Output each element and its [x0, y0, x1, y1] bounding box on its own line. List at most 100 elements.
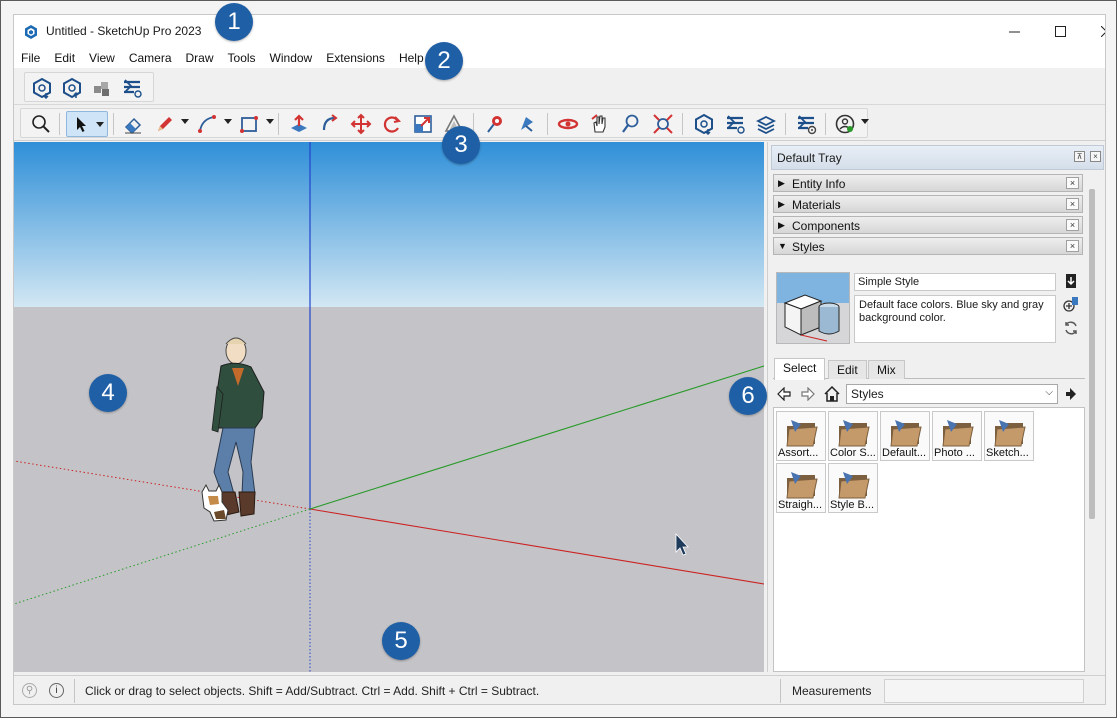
style-folder-item[interactable]: Default... — [880, 411, 930, 461]
style-folder-item[interactable]: Straigh... — [776, 463, 826, 513]
forward-icon[interactable] — [799, 385, 817, 403]
warehouse-icon[interactable] — [690, 111, 718, 137]
menu-file[interactable]: File — [14, 48, 47, 68]
follow-me-icon[interactable] — [316, 111, 344, 137]
maximize-icon[interactable] — [1037, 15, 1083, 48]
warehouse-share-icon[interactable] — [58, 75, 86, 101]
style-folder-item[interactable]: Style B... — [828, 463, 878, 513]
layout-icon[interactable] — [721, 111, 749, 137]
style-folder-item[interactable]: Assort... — [776, 411, 826, 461]
rectangle-icon[interactable] — [235, 111, 263, 137]
styles-navigation: Styles ⌵ — [773, 383, 1085, 405]
zoom-extents-icon[interactable] — [649, 111, 677, 137]
folder-icon — [786, 420, 818, 447]
folder-icon — [838, 420, 870, 447]
tape-measure-icon[interactable] — [513, 111, 541, 137]
back-icon[interactable] — [775, 385, 793, 403]
move-icon[interactable] — [347, 111, 375, 137]
screenshot-frame: Untitled - SketchUp Pro 2023 File Edit V… — [0, 0, 1117, 718]
panel-styles[interactable]: ▼ Styles × — [773, 237, 1083, 255]
style-collection-value: Styles — [851, 387, 884, 401]
minimize-icon[interactable] — [991, 15, 1037, 48]
title-bar[interactable]: Untitled - SketchUp Pro 2023 — [14, 15, 1105, 48]
menu-tools[interactable]: Tools — [221, 48, 263, 68]
orbit-icon[interactable] — [554, 111, 582, 137]
window-title: Untitled - SketchUp Pro 2023 — [46, 24, 202, 38]
measurements-label: Measurements — [792, 684, 872, 698]
close-icon[interactable] — [1083, 15, 1105, 48]
tab-select[interactable]: Select — [774, 358, 826, 380]
menu-extensions[interactable]: Extensions — [319, 48, 392, 68]
callout-4: 4 — [89, 374, 127, 412]
folder-icon — [890, 420, 922, 447]
drawing-area[interactable] — [14, 142, 764, 672]
style-folder-item[interactable]: Color S... — [828, 411, 878, 461]
paint-bucket-icon[interactable] — [481, 111, 509, 137]
style-collection-dropdown[interactable]: Styles ⌵ — [846, 384, 1058, 404]
geolocation-icon[interactable]: ⚲ — [22, 683, 37, 698]
chevron-down-icon: ⌵ — [1045, 387, 1053, 398]
measurements-box[interactable] — [884, 679, 1084, 703]
warehouse-toolbar — [14, 69, 1105, 105]
viewport-canvas[interactable] — [14, 142, 764, 672]
arc-icon[interactable] — [193, 111, 221, 137]
status-bar: ⚲ i Click or drag to select objects. Shi… — [14, 675, 1105, 704]
pan-icon[interactable] — [585, 111, 613, 137]
panel-close-icon[interactable]: × — [1066, 219, 1079, 231]
menu-camera[interactable]: Camera — [122, 48, 179, 68]
tab-edit[interactable]: Edit — [828, 360, 867, 379]
tray-scrollbar-thumb[interactable] — [1089, 189, 1095, 519]
select-icon[interactable] — [66, 111, 108, 137]
info-icon[interactable]: i — [49, 683, 64, 698]
extension-manager-icon[interactable] — [792, 111, 820, 137]
callout-5: 5 — [382, 622, 420, 660]
rotate-icon[interactable] — [378, 111, 406, 137]
panel-entity-info[interactable]: ▶ Entity Info × — [773, 174, 1083, 192]
extension-warehouse-icon[interactable] — [88, 75, 116, 101]
extension-icon[interactable] — [752, 111, 780, 137]
collapse-arrow-icon: ▼ — [778, 241, 787, 251]
menu-edit[interactable]: Edit — [47, 48, 82, 68]
tray-scrollbar[interactable] — [1089, 189, 1095, 519]
pencil-icon[interactable] — [151, 111, 179, 137]
update-style-icon[interactable] — [1063, 320, 1079, 336]
panel-close-icon[interactable]: × — [1066, 198, 1079, 210]
expand-arrow-icon: ▶ — [778, 178, 785, 188]
pin-icon[interactable]: ⊼ — [1074, 151, 1085, 162]
menu-bar: File Edit View Camera Draw Tools Window … — [14, 48, 1105, 68]
default-tray: Default Tray ⊼ × ▶ Entity Info × ▶ Mater… — [767, 142, 1105, 672]
tray-close-icon[interactable]: × — [1090, 151, 1101, 162]
eraser-icon[interactable] — [119, 111, 147, 137]
style-folder-item[interactable]: Sketch... — [984, 411, 1034, 461]
panel-close-icon[interactable]: × — [1066, 240, 1079, 252]
expand-arrow-icon: ▶ — [778, 199, 785, 209]
panel-materials[interactable]: ▶ Materials × — [773, 195, 1083, 213]
scale-icon[interactable] — [409, 111, 437, 137]
callout-2: 2 — [425, 42, 463, 80]
callout-3: 3 — [442, 126, 480, 164]
home-icon[interactable] — [823, 385, 841, 403]
tray-header[interactable]: Default Tray ⊼ × — [771, 145, 1104, 170]
zoom-icon[interactable] — [617, 111, 645, 137]
add-style-icon[interactable] — [1063, 296, 1079, 312]
style-name-field[interactable]: Simple Style — [854, 273, 1056, 291]
tab-mix[interactable]: Mix — [868, 360, 905, 379]
layout-send-icon[interactable] — [118, 75, 146, 101]
create-style-icon[interactable] — [1063, 273, 1079, 289]
panel-components[interactable]: ▶ Components × — [773, 216, 1083, 234]
main-toolbar — [14, 105, 1105, 141]
warehouse-download-icon[interactable] — [28, 75, 56, 101]
menu-view[interactable]: View — [82, 48, 122, 68]
menu-window[interactable]: Window — [263, 48, 320, 68]
panel-close-icon[interactable]: × — [1066, 177, 1079, 189]
folder-icon — [942, 420, 974, 447]
menu-draw[interactable]: Draw — [179, 48, 221, 68]
style-folder-label: Default... — [882, 447, 927, 459]
user-account-icon[interactable] — [831, 111, 859, 137]
style-description-field[interactable]: Default face colors. Blue sky and gray b… — [854, 295, 1056, 343]
push-pull-icon[interactable] — [285, 111, 313, 137]
style-folder-item[interactable]: Photo ... — [932, 411, 982, 461]
sketchup-logo-icon — [25, 25, 37, 39]
search-icon[interactable] — [27, 111, 55, 137]
details-arrow-icon[interactable] — [1063, 385, 1081, 403]
